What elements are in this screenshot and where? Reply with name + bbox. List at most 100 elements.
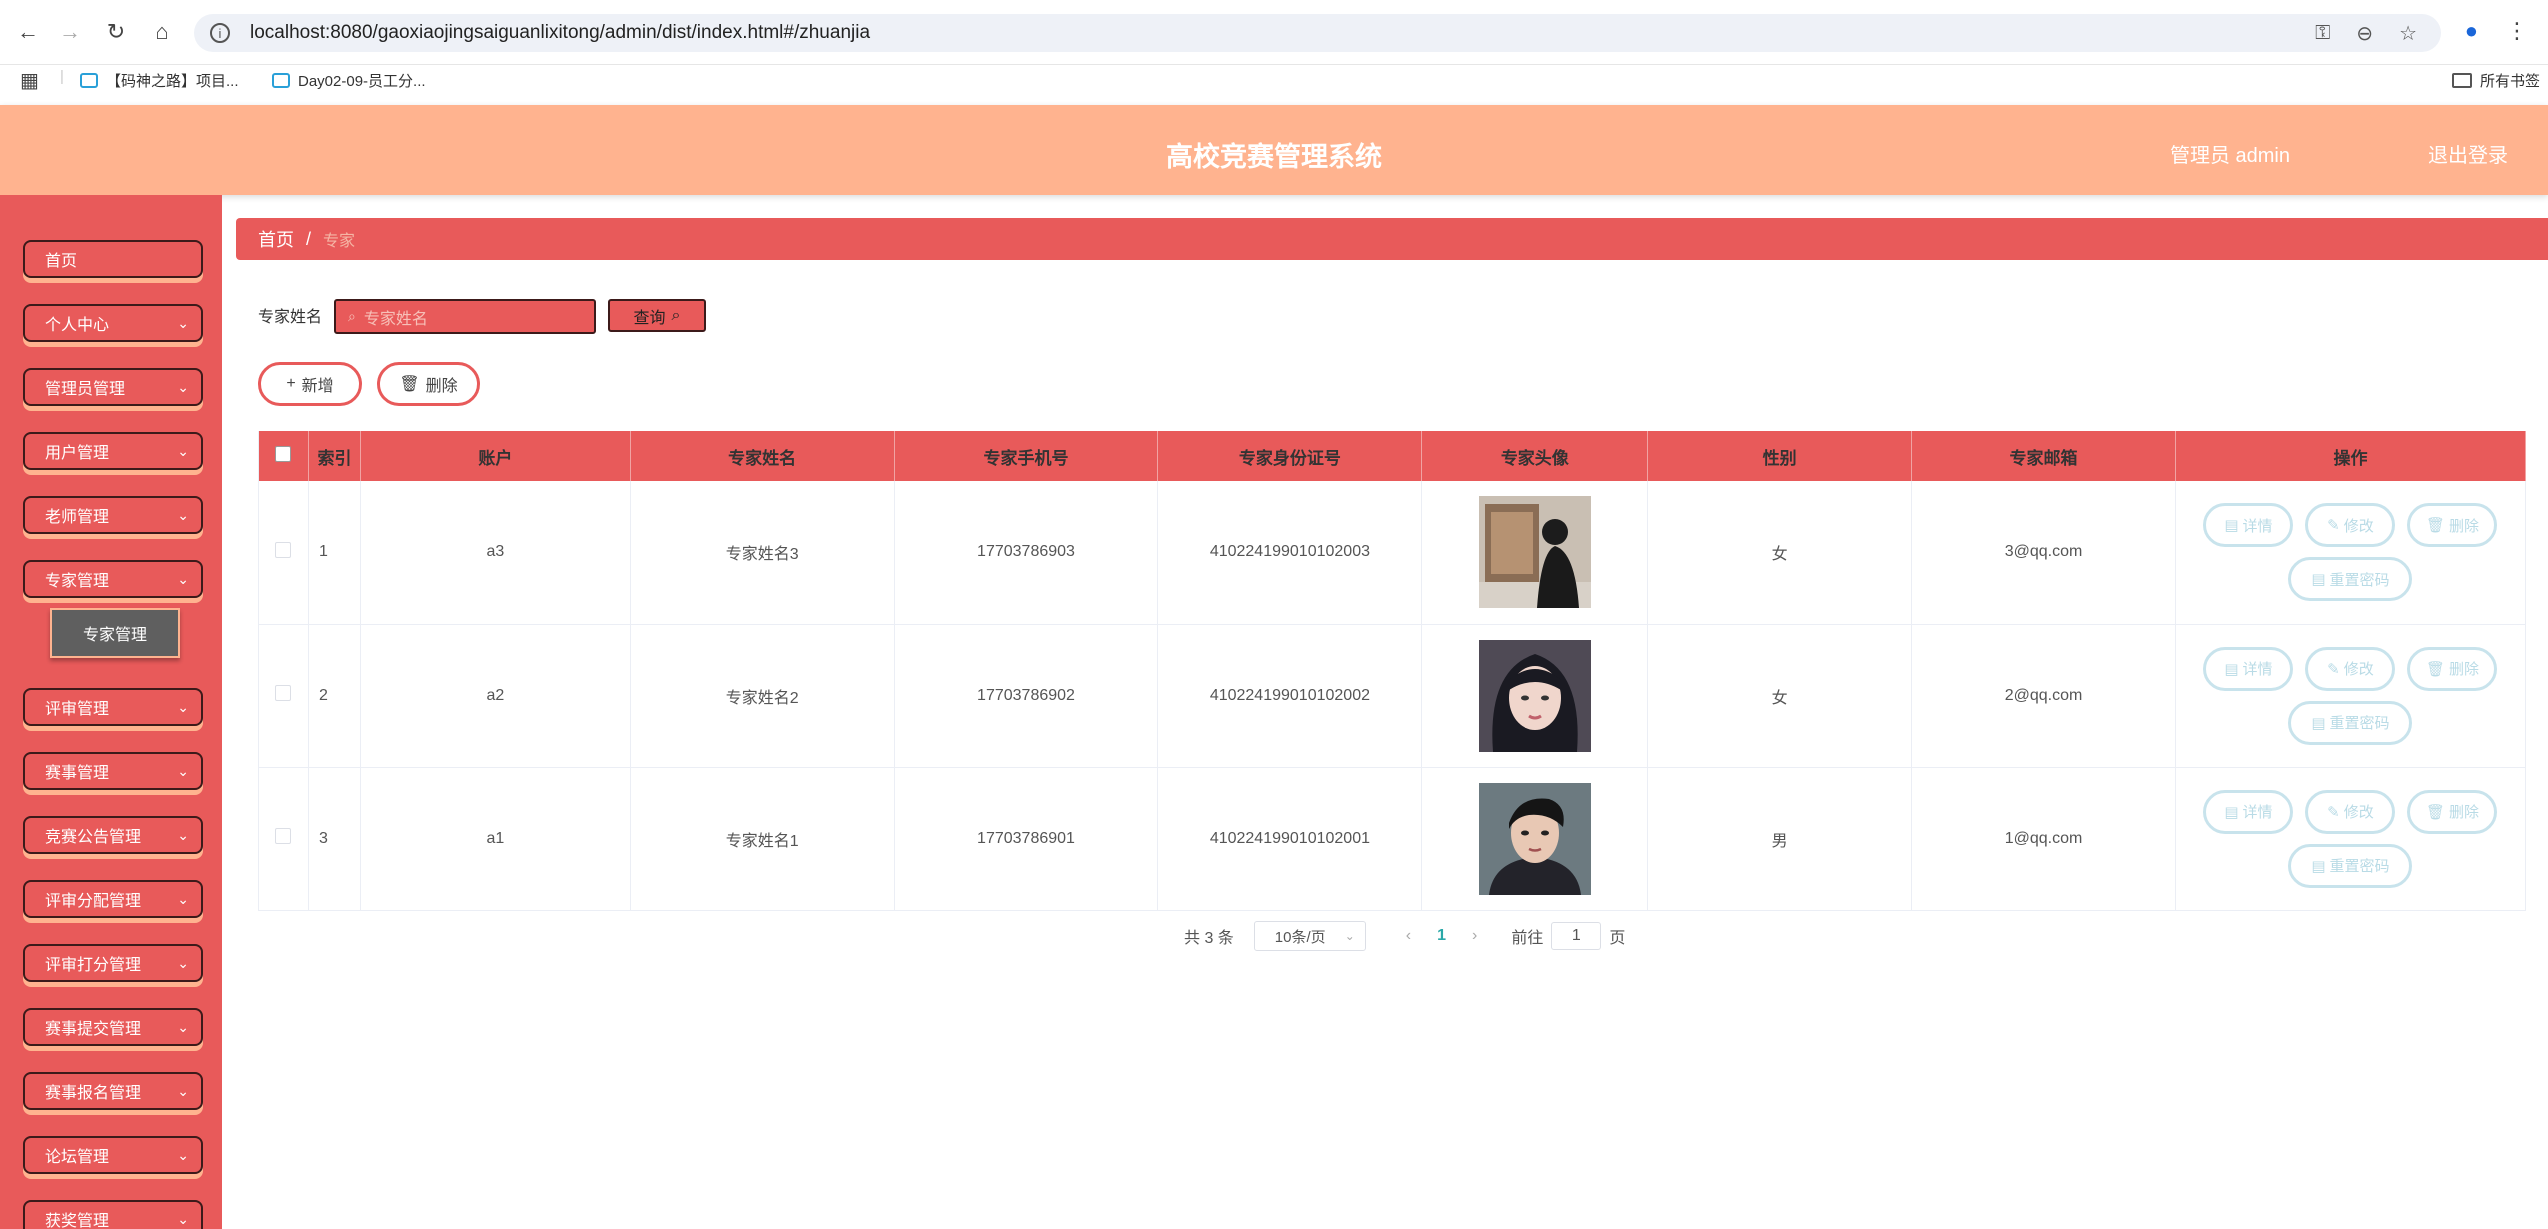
cell-id-card: 410224199010102002 [1157, 624, 1423, 768]
breadcrumb-home[interactable]: 首页 [258, 226, 294, 252]
back-icon[interactable]: ← [14, 18, 42, 46]
browser-toolbar: ← → ↻ ⌂ i localhost:8080/gaoxiaojingsaig… [0, 0, 2548, 65]
row-checkbox[interactable] [275, 828, 292, 844]
delete-row-label: 删除 [2448, 804, 2479, 821]
all-bookmarks-label: 所有书签 [2480, 73, 2541, 90]
submenu-expert-management[interactable]: 专家管理 [50, 608, 180, 658]
page-size-value: 10条/页 [1274, 928, 1326, 946]
sidebar-item[interactable]: 用户管理 ⌄ [23, 432, 203, 470]
edit-button[interactable]: ✎ 修改 [2305, 646, 2396, 691]
page-size-select[interactable]: 10条/页 ⌄ [1253, 921, 1366, 951]
sidebar-item-label: 论坛管理 [45, 1149, 110, 1166]
sidebar-item[interactable]: 获奖管理 ⌄ [23, 1200, 203, 1229]
cell-gender: 男 [1647, 767, 1913, 911]
key-icon[interactable]: ⚿ [2315, 22, 2330, 45]
forward-icon[interactable]: → [56, 18, 84, 46]
edit-button[interactable]: ✎ 修改 [2305, 789, 2396, 834]
cell-avatar [1421, 767, 1649, 911]
edit-label: 修改 [2343, 661, 2374, 678]
sidebar-item[interactable]: 赛事提交管理 ⌄ [23, 1008, 203, 1046]
star-icon[interactable]: ☆ [2399, 21, 2417, 46]
cell-account: a1 [360, 767, 631, 911]
detail-button[interactable]: ▤ 详情 [2203, 646, 2294, 691]
sidebar-item-label: 赛事提交管理 [45, 1021, 142, 1038]
sidebar-item[interactable]: 评审管理 ⌄ [23, 688, 203, 726]
delete-row-button[interactable]: 🗑 删除 [2407, 789, 2498, 834]
column-header: 专家邮箱 [1911, 431, 2176, 481]
sidebar-item-label: 获奖管理 [45, 1213, 110, 1229]
bookmark-item[interactable]: Day02-09-员工分... [272, 70, 426, 91]
sidebar-item[interactable]: 赛事管理 ⌄ [23, 752, 203, 790]
detail-button[interactable]: ▤ 详情 [2203, 503, 2294, 548]
cell-index: 3 [308, 767, 361, 911]
delete-row-button[interactable]: 🗑 删除 [2407, 646, 2498, 691]
cell-index: 2 [308, 624, 361, 768]
sidebar-item[interactable]: 首页 [23, 240, 203, 278]
sidebar-item[interactable]: 赛事报名管理 ⌄ [23, 1072, 203, 1110]
next-page-icon[interactable]: › [1472, 927, 1477, 945]
row-checkbox[interactable] [275, 685, 292, 701]
zoom-icon[interactable]: ⊖ [2356, 21, 2373, 46]
delete-row-label: 删除 [2448, 661, 2479, 678]
reset-password-button[interactable]: ▤ 重置密码 [2288, 700, 2413, 745]
app-title: 高校竞赛管理系统 [1166, 142, 1382, 172]
cell-account: a3 [360, 481, 631, 625]
sidebar-item-label: 评审管理 [45, 701, 110, 718]
cell-name: 专家姓名1 [630, 767, 895, 911]
sidebar-item[interactable]: 管理员管理 ⌄ [23, 368, 203, 406]
profile-icon[interactable]: ● [2465, 18, 2478, 44]
chevron-down-icon: ⌄ [177, 891, 189, 907]
reset-password-button[interactable]: ▤ 重置密码 [2288, 843, 2413, 888]
chevron-down-icon: ⌄ [177, 1083, 189, 1099]
home-icon[interactable]: ⌂ [148, 18, 176, 46]
sidebar-item-label: 赛事报名管理 [45, 1085, 142, 1102]
sidebar-item[interactable]: 竞赛公告管理 ⌄ [23, 816, 203, 854]
chevron-down-icon: ⌄ [177, 827, 189, 843]
page-number[interactable]: 1 [1437, 927, 1446, 945]
search-input[interactable]: ⌕ 专家姓名 [334, 299, 596, 334]
column-header: 专家手机号 [894, 431, 1159, 481]
column-header: 账户 [360, 431, 631, 481]
reload-icon[interactable]: ↻ [102, 18, 130, 46]
edit-button[interactable]: ✎ 修改 [2305, 503, 2396, 548]
sidebar-item-label: 评审分配管理 [45, 893, 142, 910]
apps-icon[interactable]: ▦ [20, 68, 39, 93]
chevron-down-icon: ⌄ [177, 507, 189, 523]
cell-id-card: 410224199010102001 [1157, 767, 1423, 911]
add-button[interactable]: + 新增 [258, 362, 362, 406]
query-button[interactable]: 查询 ⌕ [608, 299, 706, 332]
all-bookmarks[interactable]: 所有书签 [2452, 70, 2540, 91]
table-row: 3 a1 专家姓名1 17703786901 41022419901010200… [258, 767, 2527, 911]
column-header: 操作 [2175, 431, 2527, 481]
address-bar[interactable]: i localhost:8080/gaoxiaojingsaiguanlixit… [194, 14, 2441, 52]
row-checkbox[interactable] [275, 541, 292, 558]
menu-icon[interactable]: ⋮ [2506, 18, 2528, 44]
bookmark-item[interactable]: 【码神之路】项目... [80, 70, 239, 91]
logout-link[interactable]: 退出登录 [2428, 139, 2508, 168]
sidebar-item[interactable]: 老师管理 ⌄ [23, 496, 203, 534]
chevron-down-icon: ⌄ [177, 1147, 189, 1163]
prev-page-icon[interactable]: ‹ [1406, 927, 1411, 945]
column-header: 索引 [308, 431, 361, 481]
site-info-icon[interactable]: i [210, 23, 230, 43]
sidebar-item[interactable]: 论坛管理 ⌄ [23, 1136, 203, 1174]
sidebar-item[interactable]: 评审打分管理 ⌄ [23, 944, 203, 982]
detail-label: 详情 [2242, 804, 2273, 821]
row-checkbox-cell [258, 767, 309, 911]
column-header: 专家头像 [1421, 431, 1649, 481]
column-header: 专家身份证号 [1157, 431, 1423, 481]
reset-password-button[interactable]: ▤ 重置密码 [2288, 557, 2413, 602]
goto-page-input[interactable]: 1 [1551, 922, 1602, 950]
select-all-checkbox[interactable] [275, 445, 292, 462]
delete-row-button[interactable]: 🗑 删除 [2407, 503, 2498, 548]
detail-button[interactable]: ▤ 详情 [2203, 789, 2294, 834]
table-row: 2 a2 专家姓名2 17703786902 41022419901010200… [258, 624, 2527, 768]
sidebar-item[interactable]: 个人中心 ⌄ [23, 304, 203, 342]
pencil-icon: ✎ [2327, 803, 2340, 821]
sidebar-item[interactable]: 专家管理 ⌄ [23, 560, 203, 598]
search-label: 专家姓名 [258, 309, 323, 326]
sidebar-item[interactable]: 评审分配管理 ⌄ [23, 880, 203, 918]
goto-label: 前往 [1511, 930, 1544, 947]
delete-button[interactable]: 🗑 删除 [377, 362, 480, 406]
row-checkbox-cell [258, 481, 309, 625]
